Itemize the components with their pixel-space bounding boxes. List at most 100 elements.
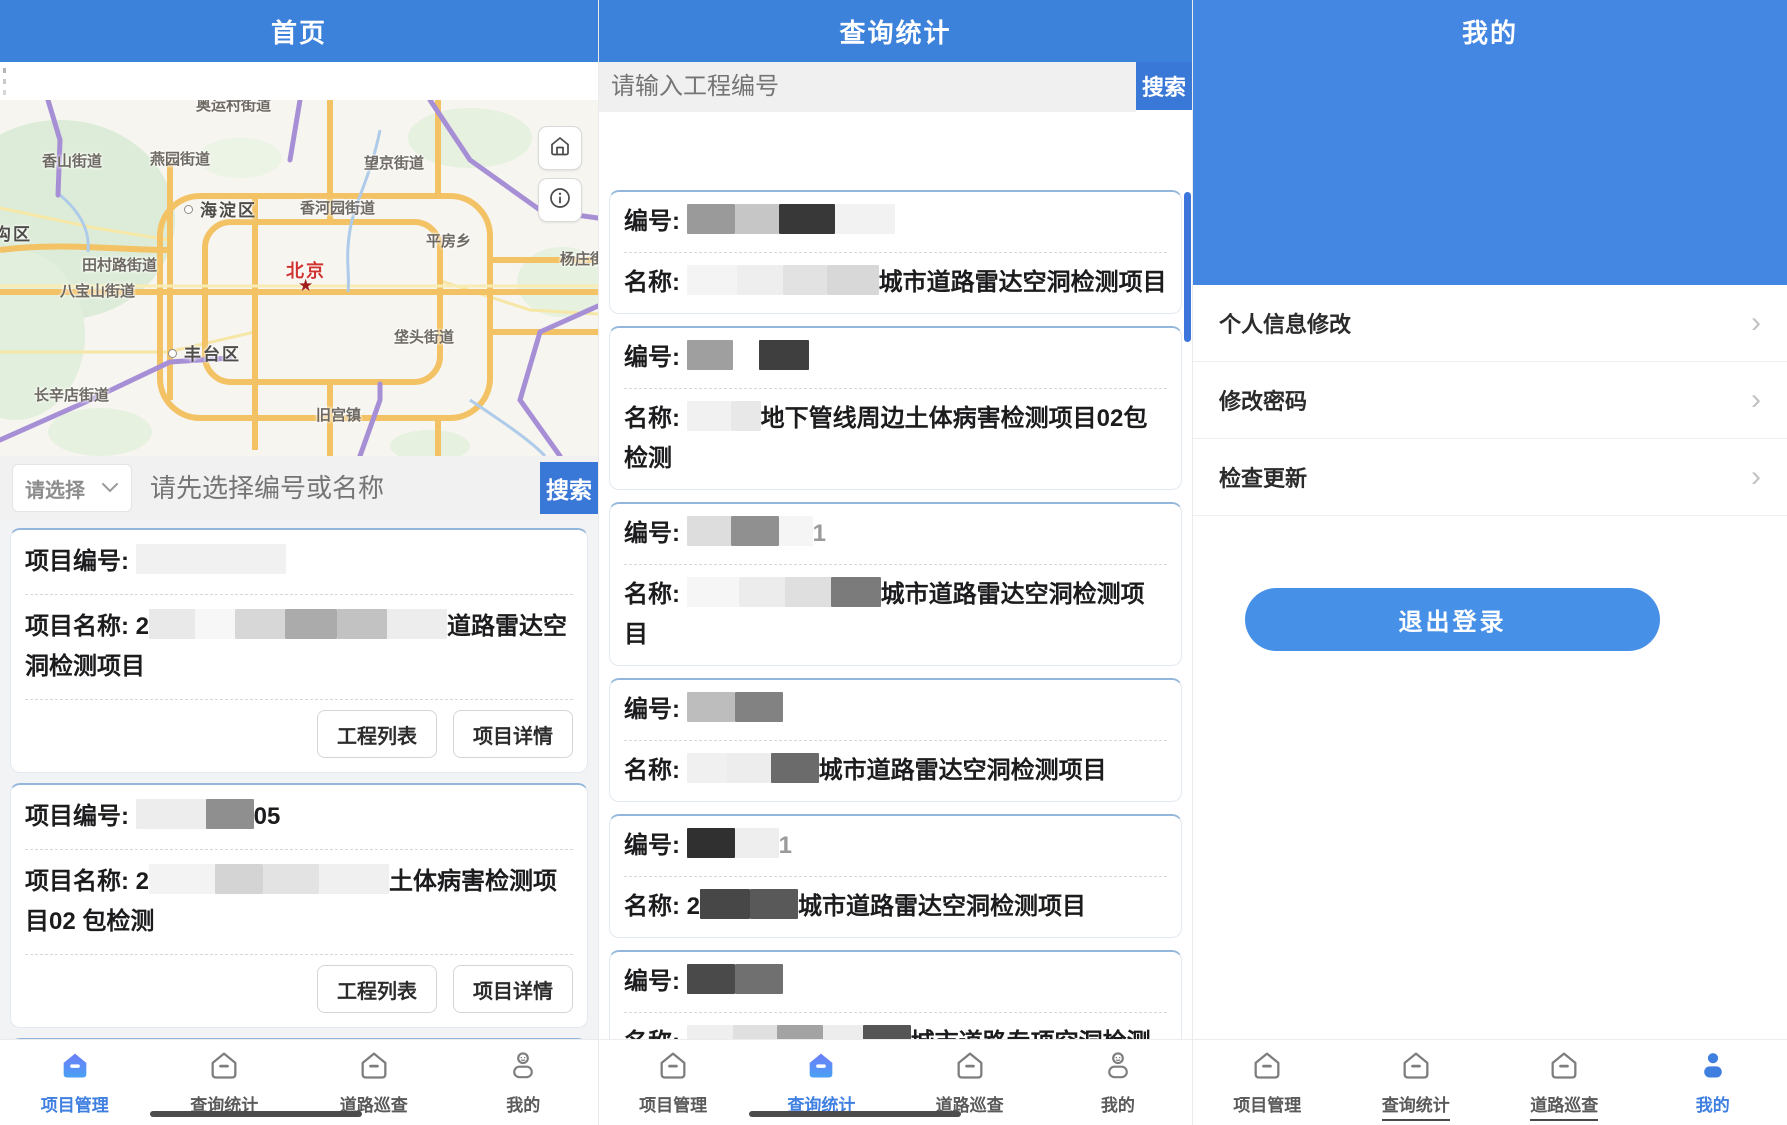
logout-button[interactable]: 退出登录	[1245, 588, 1660, 651]
map-label: 旧宫镇	[316, 404, 361, 425]
query-search-button-label: 搜索	[1142, 70, 1186, 102]
number-label: 编号:	[624, 344, 680, 371]
redacted-number	[136, 803, 254, 830]
home-icon	[1547, 1049, 1581, 1086]
tab-label: 查询统计	[1382, 1091, 1450, 1121]
tab-project-management[interactable]: 项目管理	[599, 1040, 747, 1125]
tab-project-management[interactable]: 项目管理	[0, 1040, 150, 1125]
menu-item-label: 修改密码	[1219, 384, 1307, 416]
menu-item-edit-profile[interactable]: 个人信息修改 ›	[1193, 285, 1787, 362]
redaction-block	[149, 609, 195, 639]
tab-mine[interactable]: 我的	[1044, 1040, 1192, 1125]
name-value: 城市道路雷达空洞检测项目	[798, 893, 1086, 920]
map-label: 海淀区	[184, 196, 257, 221]
map-label: 平房乡	[426, 230, 471, 251]
redaction-block	[733, 340, 759, 370]
home-icon	[548, 134, 572, 163]
redaction-block	[777, 1025, 823, 1040]
redacted-name	[700, 893, 798, 920]
redacted-name	[149, 868, 389, 895]
engineering-list-button[interactable]: 工程列表	[317, 710, 437, 758]
name-label: 名称:	[624, 269, 680, 296]
project-card-list: 项目编号: 项目名称: 2道路雷达空洞检测项目 工程列表 项目详情 项目编号: …	[0, 520, 598, 1040]
redaction-block	[206, 799, 254, 829]
map-label: 杨庄街	[560, 248, 598, 269]
redaction-block	[827, 265, 879, 295]
profile-hero: 我的	[1193, 0, 1787, 285]
list-item[interactable]: 编号: 名称: 地下管线周边土体病害检测项目02包检测	[609, 326, 1182, 490]
redaction-block	[215, 864, 263, 894]
project-name-label: 项目名称:	[25, 868, 129, 895]
menu-item-change-password[interactable]: 修改密码 ›	[1193, 362, 1787, 439]
project-number-label: 项目编号:	[25, 548, 129, 575]
home-icon	[656, 1049, 690, 1086]
redaction-block	[731, 401, 761, 431]
redacted-name	[687, 581, 881, 608]
redaction-block	[687, 265, 737, 295]
map-info-button[interactable]	[538, 178, 582, 222]
item-name-row: 名称: 城市道路专项空洞检测项目	[624, 1012, 1167, 1040]
tab-label: 我的	[1696, 1091, 1730, 1116]
redaction-block	[733, 1025, 777, 1040]
query-header: 查询统计	[599, 0, 1192, 62]
project-detail-button[interactable]: 项目详情	[453, 710, 573, 758]
home-indicator	[150, 1111, 362, 1117]
tab-label: 项目管理	[1233, 1091, 1301, 1116]
redacted-name	[687, 405, 761, 432]
list-item[interactable]: 编号: 1 名称: 2城市道路雷达空洞检测项目	[609, 814, 1182, 938]
user-icon	[1696, 1049, 1730, 1086]
project-number-search-input[interactable]	[599, 62, 1136, 112]
redaction-block	[735, 692, 783, 722]
redaction-block	[779, 516, 813, 546]
project-number-label: 项目编号:	[25, 803, 129, 830]
query-search-button[interactable]: 搜索	[1136, 62, 1192, 110]
redaction-block	[687, 577, 739, 607]
home-icon	[953, 1049, 987, 1086]
redaction-block	[687, 516, 731, 546]
menu-item-check-update[interactable]: 检查更新 ›	[1193, 439, 1787, 516]
tab-project-management[interactable]: 项目管理	[1193, 1040, 1342, 1125]
tab-mine[interactable]: 我的	[449, 1040, 599, 1125]
page-title: 查询统计	[839, 13, 951, 50]
list-item[interactable]: 编号: 名称: 城市道路雷达空洞检测项目	[609, 678, 1182, 802]
redaction-block	[687, 204, 735, 234]
name-value: 城市道路雷达空洞检测项目	[879, 269, 1167, 296]
number-label: 编号:	[624, 696, 680, 723]
project-card-actions: 工程列表 项目详情	[25, 699, 573, 772]
redacted-number	[687, 832, 779, 859]
app-screenshots: 首页	[0, 0, 1787, 1125]
tab-label: 项目管理	[639, 1091, 707, 1116]
project-detail-button[interactable]: 项目详情	[453, 965, 573, 1013]
scrollbar[interactable]	[1184, 192, 1191, 342]
tab-label: 项目管理	[41, 1091, 109, 1116]
query-tabbar: 项目管理 查询统计 道路巡查 我的	[599, 1039, 1192, 1125]
map-label: 望京街道	[364, 152, 424, 173]
redacted-number	[136, 548, 286, 575]
profile-menu: 个人信息修改 › 修改密码 › 检查更新 ›	[1193, 285, 1787, 516]
redaction-block	[700, 889, 750, 919]
list-item[interactable]: 编号: 名称: 城市道路雷达空洞检测项目	[609, 190, 1182, 314]
engineering-list-button[interactable]: 工程列表	[317, 965, 437, 1013]
home-icon	[58, 1049, 92, 1086]
tab-query-statistics[interactable]: 查询统计	[1342, 1040, 1491, 1125]
item-number-row: 编号:	[624, 192, 1167, 252]
map-label: 丰台区	[168, 340, 241, 365]
list-item[interactable]: 编号: 1 名称: 城市道路雷达空洞检测项目	[609, 502, 1182, 666]
query-result-list: 编号: 名称: 城市道路雷达空洞检测项目 编号: 名称: 地下管线周边土体病害检…	[599, 190, 1192, 1040]
home-search-input[interactable]	[148, 472, 540, 505]
filter-select[interactable]: 请选择	[12, 464, 132, 512]
name-label: 名称:	[624, 893, 680, 920]
redaction-block	[737, 265, 783, 295]
home-search-button[interactable]: 搜索	[540, 462, 598, 514]
tab-mine[interactable]: 我的	[1639, 1040, 1787, 1125]
project-name-prefix: 2	[136, 868, 149, 895]
map-home-button[interactable]	[538, 126, 582, 170]
redaction-block	[831, 577, 881, 607]
tab-road-inspection[interactable]: 道路巡查	[1490, 1040, 1639, 1125]
redaction-block	[687, 692, 735, 722]
list-item[interactable]: 编号: 名称: 城市道路专项空洞检测项目	[609, 950, 1182, 1040]
chevron-right-icon: ›	[1751, 385, 1761, 415]
beijing-map[interactable]: 奥运村街道香山街道燕园街道望京街道海淀区香河园街道平房乡杨庄街田村路街道八宝山街…	[0, 100, 598, 456]
redaction-block	[739, 577, 785, 607]
map-city-star-icon: ★	[298, 276, 313, 296]
